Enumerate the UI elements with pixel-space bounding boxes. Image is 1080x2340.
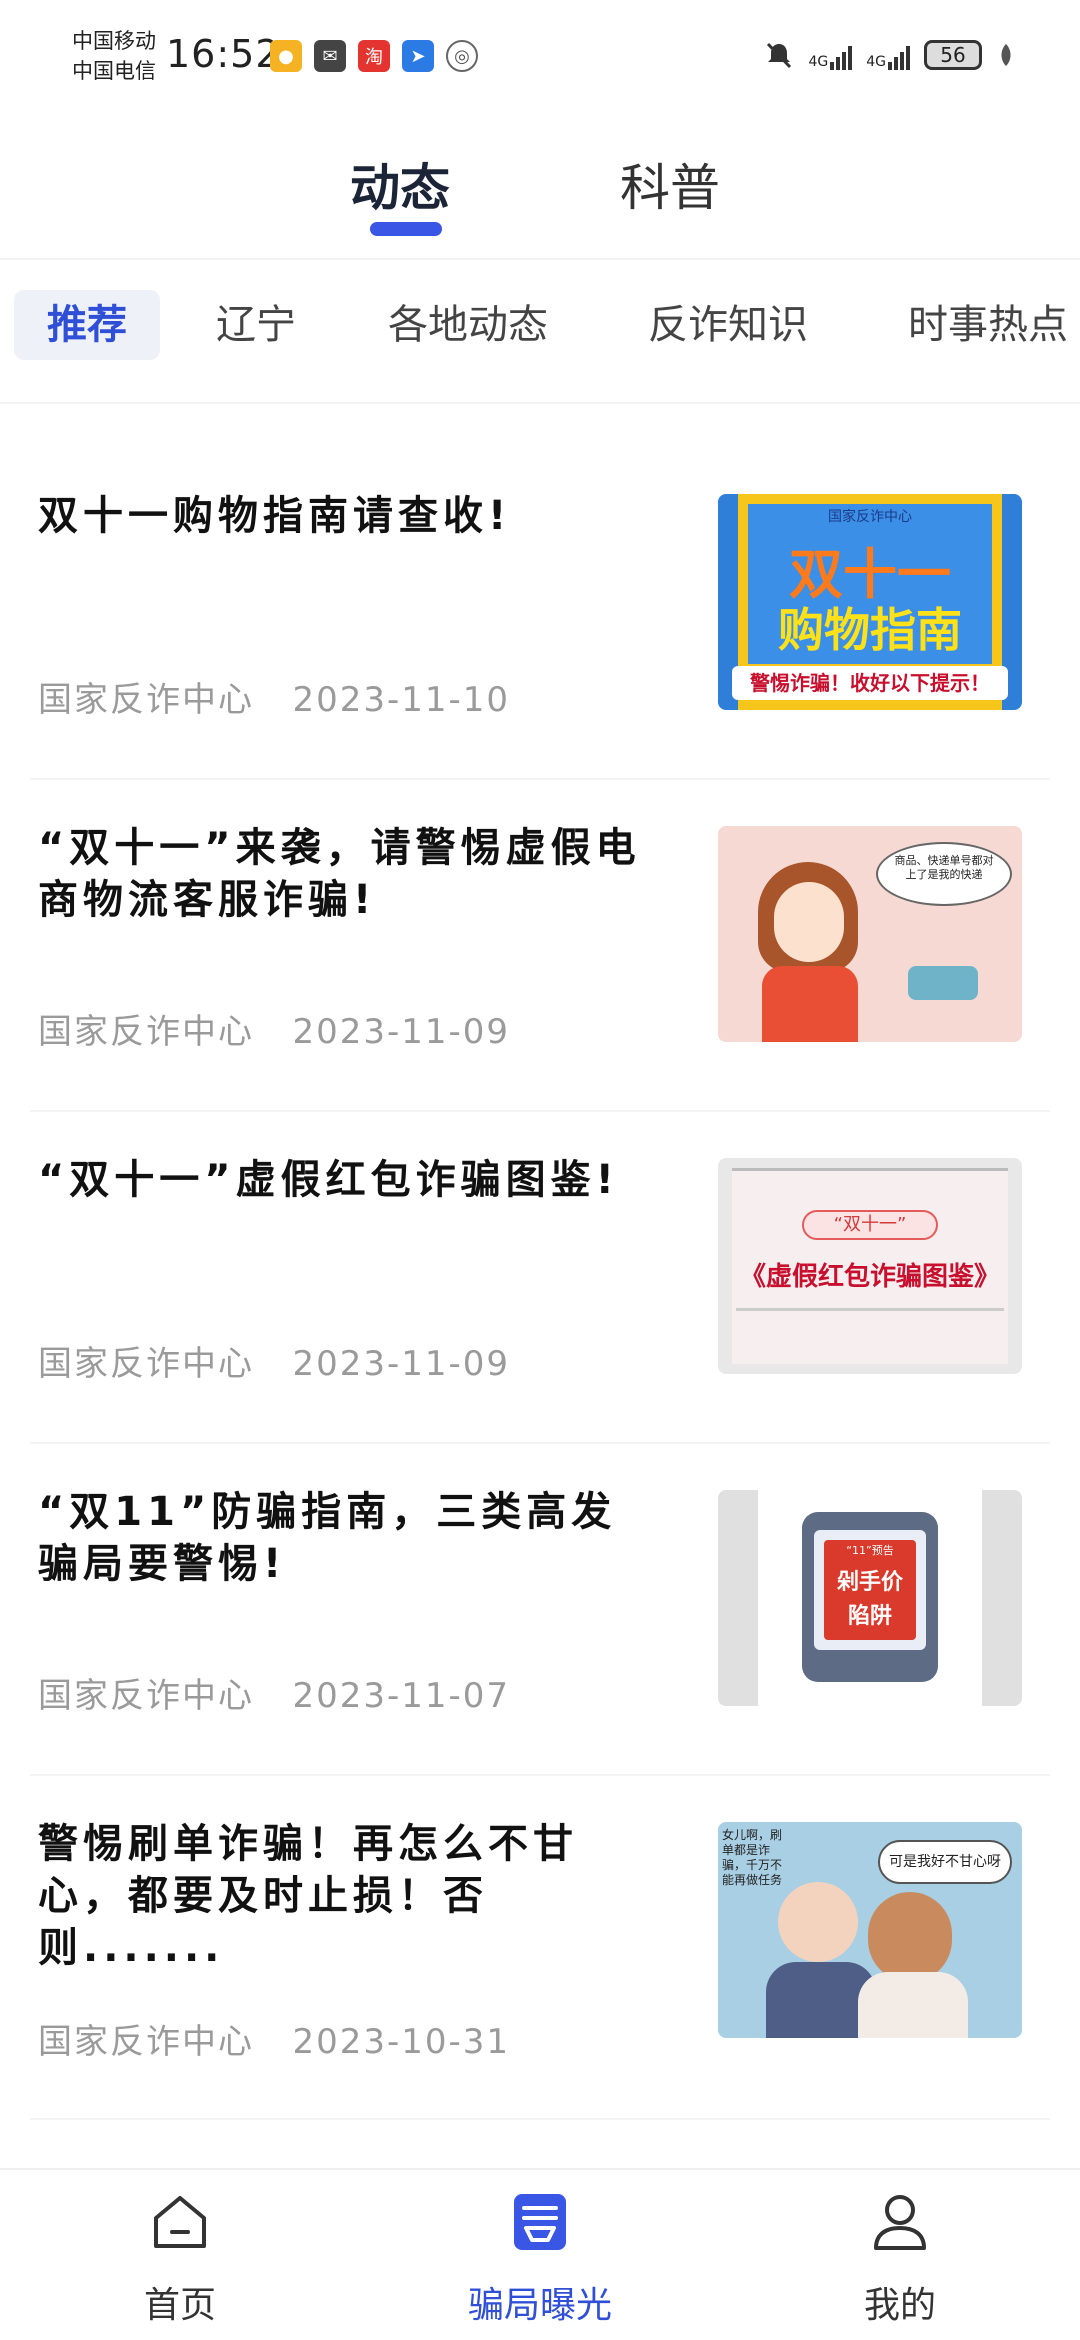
top-tabs: 动态 科普 bbox=[0, 140, 1080, 260]
category-recommended[interactable]: 推荐 bbox=[14, 290, 160, 360]
article-source: 国家反诈中心 bbox=[38, 2022, 254, 2062]
category-local-news[interactable]: 各地动态 bbox=[388, 290, 548, 360]
divider bbox=[30, 1774, 1050, 1776]
bottom-navigation: 首页 骗局曝光 我的 bbox=[0, 2168, 1080, 2340]
article-meta: 国家反诈中心 2023-11-09 bbox=[38, 1004, 510, 1053]
carrier-1: 中国移动 bbox=[72, 29, 156, 53]
article-item[interactable]: “双十一”虚假红包诈骗图鉴! 国家反诈中心 2023-11-09 “双十一” 《… bbox=[0, 1154, 1080, 1486]
article-date: 2023-11-09 bbox=[292, 1012, 511, 1052]
thumb-badge: 国家反诈中心 bbox=[828, 509, 912, 525]
article-meta: 国家反诈中心 2023-11-09 bbox=[38, 1336, 510, 1385]
category-tabs: 推荐 辽宁 各地动态 反诈知识 时事热点 bbox=[0, 290, 1080, 368]
tab-science[interactable]: 科普 bbox=[620, 148, 720, 220]
tab-dynamic[interactable]: 动态 bbox=[350, 148, 450, 220]
divider bbox=[0, 402, 1080, 404]
category-liaoning[interactable]: 辽宁 bbox=[216, 290, 296, 360]
article-date: 2023-11-10 bbox=[292, 680, 511, 720]
status-bar: 中国移动 中国电信 16:52 ● ✉ 淘 ➤ ◎ 4G 4G 56 bbox=[0, 0, 1080, 110]
article-date: 2023-11-07 bbox=[292, 1676, 511, 1716]
signal-icon: 4G bbox=[808, 40, 853, 70]
thumb-speech-bubble: 可是我好不甘心呀 bbox=[878, 1840, 1012, 1884]
home-icon bbox=[154, 2196, 206, 2248]
divider bbox=[30, 2118, 1050, 2120]
signal-icon: 4G bbox=[866, 40, 910, 70]
article-title: 警惕刷单诈骗！再怎么不甘心，都要及时止损！否则....... bbox=[38, 1821, 578, 1971]
divider bbox=[30, 1110, 1050, 1112]
mail-icon: ✉ bbox=[314, 40, 346, 72]
status-indicators: 4G 4G 56 bbox=[764, 40, 1016, 70]
article-title: “双十一”来袭，请警惕虚假电商物流客服诈骗! bbox=[38, 825, 641, 923]
nav-home-label: 首页 bbox=[143, 2285, 216, 2326]
nav-profile-label: 我的 bbox=[863, 2285, 936, 2326]
exposure-icon bbox=[514, 2194, 566, 2250]
app-icon: ● bbox=[270, 40, 302, 72]
article-item[interactable]: 警惕刷单诈骗！再怎么不甘心，都要及时止损！否则....... 国家反诈中心 20… bbox=[0, 1818, 1080, 2150]
thumb-caption: 《虚假红包诈骗图鉴》 bbox=[739, 1262, 1000, 1292]
status-time: 16:52 bbox=[166, 32, 281, 76]
article-item[interactable]: 双十一购物指南请查收! 国家反诈中心 2023-11-10 国家反诈中心 双十一… bbox=[0, 490, 1080, 822]
location-icon: ◎ bbox=[446, 40, 478, 72]
thumb-speech-bubble: 商品、快递单号都对上了是我的快递 bbox=[876, 842, 1012, 906]
tab-indicator bbox=[370, 222, 442, 236]
category-current-events[interactable]: 时事热点 bbox=[908, 290, 1068, 360]
thumb-caption: 警惕诈骗！收好以下提示！ bbox=[732, 666, 1008, 700]
nav-profile[interactable]: 我的 bbox=[800, 2190, 1000, 2328]
article-title: 双十一购物指南请查收! bbox=[38, 493, 512, 539]
article-thumbnail: “双十一” 《虚假红包诈骗图鉴》 bbox=[718, 1158, 1022, 1374]
divider bbox=[30, 778, 1050, 780]
article-item[interactable]: “双11”防骗指南，三类高发骗局要警惕! 国家反诈中心 2023-11-07 “… bbox=[0, 1486, 1080, 1818]
article-item[interactable]: “双十一”来袭，请警惕虚假电商物流客服诈骗! 国家反诈中心 2023-11-09… bbox=[0, 822, 1080, 1154]
battery-level: 56 bbox=[940, 43, 966, 67]
article-thumbnail: “11”预告 剁手价 陷阱 bbox=[718, 1490, 1022, 1706]
article-title: “双十一”虚假红包诈骗图鉴! bbox=[38, 1157, 619, 1203]
nav-home[interactable]: 首页 bbox=[80, 2190, 280, 2328]
article-source: 国家反诈中心 bbox=[38, 680, 254, 720]
article-source: 国家反诈中心 bbox=[38, 1012, 254, 1052]
leaf-icon bbox=[1001, 44, 1011, 66]
article-source: 国家反诈中心 bbox=[38, 1344, 254, 1384]
thumb-subheading: 陷阱 bbox=[847, 1604, 892, 1629]
nav-scam-exposure-label: 骗局曝光 bbox=[467, 2285, 612, 2326]
nav-scam-exposure[interactable]: 骗局曝光 bbox=[440, 2190, 640, 2328]
thumb-subheading: 购物指南 bbox=[778, 603, 962, 657]
article-meta: 国家反诈中心 2023-11-10 bbox=[38, 672, 510, 721]
user-icon bbox=[874, 2195, 926, 2250]
thumb-side-text: 女儿啊，刷单都是诈骗，千万不能再做任务 bbox=[722, 1828, 783, 1887]
send-icon: ➤ bbox=[402, 40, 434, 72]
article-meta: 国家反诈中心 2023-11-07 bbox=[38, 1668, 510, 1717]
article-source: 国家反诈中心 bbox=[38, 1676, 254, 1716]
notification-icons: ● ✉ 淘 ➤ ◎ bbox=[270, 40, 478, 72]
taobao-icon: 淘 bbox=[358, 40, 390, 72]
thumb-heading: 剁手价 bbox=[836, 1570, 903, 1595]
article-thumbnail: 国家反诈中心 双十一 购物指南 警惕诈骗！收好以下提示！ bbox=[718, 494, 1022, 710]
article-date: 2023-10-31 bbox=[292, 2022, 511, 2062]
article-thumbnail: 商品、快递单号都对上了是我的快递 bbox=[718, 826, 1022, 1042]
divider bbox=[0, 258, 1080, 260]
article-date: 2023-11-09 bbox=[292, 1344, 511, 1384]
battery-icon: 56 bbox=[924, 40, 982, 70]
carrier-2: 中国电信 bbox=[72, 59, 156, 83]
article-meta: 国家反诈中心 2023-10-31 bbox=[38, 2014, 510, 2063]
article-thumbnail: 女儿啊，刷单都是诈骗，千万不能再做任务 可是我好不甘心呀 bbox=[718, 1822, 1022, 2038]
divider bbox=[30, 1442, 1050, 1444]
carrier-info: 中国移动 中国电信 bbox=[72, 26, 156, 86]
mute-bell-icon bbox=[767, 42, 792, 69]
network-type-2: 4G bbox=[866, 54, 886, 70]
article-title: “双11”防骗指南，三类高发骗局要警惕! bbox=[38, 1489, 617, 1587]
thumb-tag: “双十一” bbox=[802, 1210, 938, 1240]
thumb-small-text: “11”预告 bbox=[846, 1544, 894, 1557]
category-anti-fraud-knowledge[interactable]: 反诈知识 bbox=[648, 290, 808, 360]
network-type-1: 4G bbox=[808, 54, 829, 70]
